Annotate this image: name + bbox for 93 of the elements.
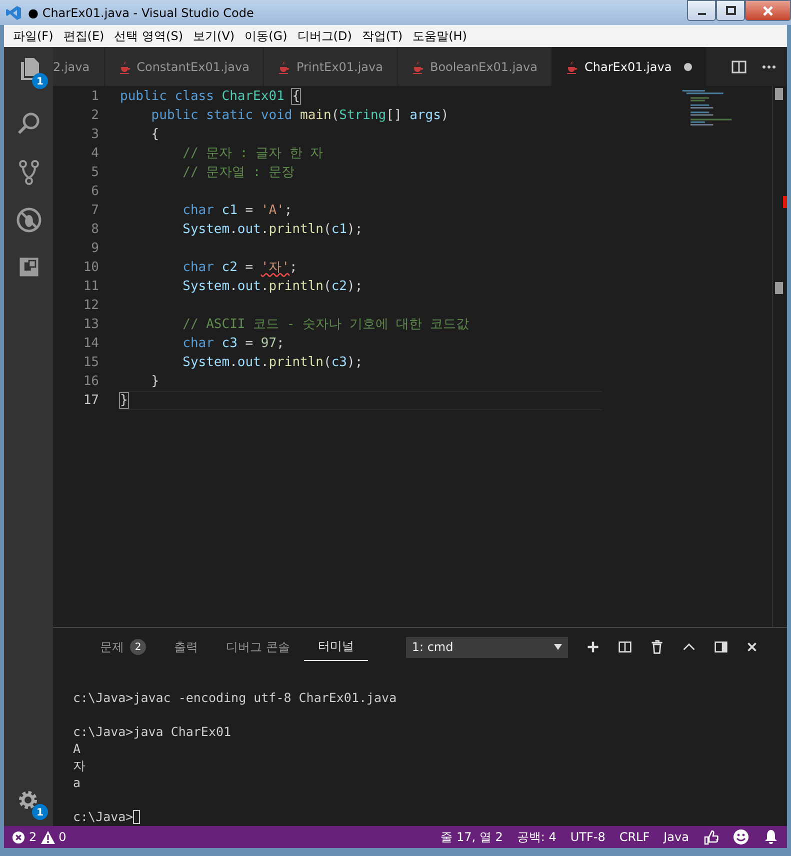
coffee-cup-icon	[278, 60, 290, 74]
code-line: }	[120, 393, 128, 408]
code-line: }	[150, 374, 160, 389]
menu-item[interactable]: 작업(T)	[356, 28, 408, 44]
editor-tab[interactable]: PrintEx01.java	[264, 47, 398, 86]
notification-badge: 1	[32, 73, 48, 89]
coffee-cup-icon	[566, 60, 578, 74]
maximize-icon	[726, 6, 736, 16]
panel-tab[interactable]: 터미널	[304, 634, 368, 660]
panel-layout-icon[interactable]	[714, 640, 728, 654]
problems-indicator[interactable]: 2 0	[12, 830, 66, 844]
panel-tab[interactable]: 출력	[160, 634, 212, 660]
encoding[interactable]: UTF-8	[570, 830, 606, 844]
code-line: System.out.println(c1);	[182, 222, 363, 237]
panel-tab[interactable]: 디버그 콘솔	[212, 634, 304, 660]
line-number: 5	[91, 165, 99, 180]
editor-tab[interactable]: CharEx01.java	[552, 47, 707, 86]
count-badge: 2	[130, 639, 146, 655]
code-line: char c1 = 'A';	[182, 203, 292, 218]
close-icon	[762, 6, 774, 16]
line-number: 2	[91, 108, 99, 123]
search-icon[interactable]	[16, 111, 42, 137]
cursor-position[interactable]: 줄 17, 열 2	[440, 828, 503, 846]
line-number: 7	[91, 203, 99, 218]
line-ending[interactable]: CRLF	[619, 830, 650, 844]
code-line: {	[150, 127, 160, 142]
terminal-line: 자	[73, 757, 86, 774]
caret-icon	[554, 644, 562, 650]
menu-item[interactable]: 편집(E)	[58, 28, 110, 44]
code-line: // 문자 : 글자 한 자	[182, 146, 324, 161]
maximize-button[interactable]	[716, 0, 745, 21]
text-cursor	[133, 810, 140, 824]
split-terminal-icon[interactable]	[618, 640, 632, 654]
window-title: ● CharEx01.java - Visual Studio Code	[28, 6, 255, 20]
app-logo-icon	[6, 4, 22, 20]
line-number: 13	[83, 317, 99, 332]
line-number: 1	[91, 89, 99, 104]
code-line: char c3 = 97;	[182, 336, 284, 351]
line-number: 3	[91, 127, 99, 142]
error-icon	[12, 830, 25, 844]
split-editor-icon[interactable]	[731, 58, 747, 74]
language-mode[interactable]: Java	[664, 830, 689, 844]
close-icon[interactable]	[746, 641, 758, 653]
indentation[interactable]: 공백: 4	[516, 828, 556, 846]
menu-item[interactable]: 파일(F)	[8, 28, 58, 44]
minimize-icon	[698, 12, 706, 14]
code-line: public static void main(String[] args)	[150, 108, 449, 123]
line-number: 11	[83, 279, 99, 294]
terminal-dropdown[interactable]: 1: cmd	[406, 636, 568, 658]
menu-item[interactable]: 선택 영역(S)	[109, 28, 188, 44]
warning-icon	[40, 830, 55, 844]
terminal-line: a	[73, 774, 81, 791]
notification-badge: 1	[32, 804, 48, 820]
code-line: // 문자열 : 문장	[182, 165, 295, 180]
coffee-cup-icon	[412, 60, 424, 74]
line-number: 6	[91, 184, 99, 199]
menu-item[interactable]: 도움말(H)	[408, 28, 472, 44]
line-number: 8	[91, 222, 99, 237]
code-line: System.out.println(c2);	[182, 279, 363, 294]
line-number: 17	[83, 393, 99, 408]
line-number: 15	[83, 355, 99, 370]
bell-icon[interactable]	[763, 829, 779, 845]
line-number: 9	[91, 241, 99, 256]
line-number: 12	[83, 298, 99, 313]
code-line: public class CharEx01 {	[120, 89, 300, 104]
editor-tab[interactable]: 2.java	[53, 47, 105, 86]
thumbs-up-icon[interactable]	[703, 829, 719, 845]
smiley-icon[interactable]	[733, 829, 749, 845]
line-number: 14	[83, 336, 99, 351]
line-number: 4	[91, 146, 99, 161]
code-line: // ASCII 코드 - 숫자나 기호에 대한 코드값	[182, 317, 470, 332]
line-number: 16	[83, 374, 99, 389]
terminal-line: A	[73, 740, 81, 757]
menu-item[interactable]: 이동(G)	[240, 28, 292, 44]
minimap-drawing	[682, 90, 732, 126]
line-number: 10	[83, 260, 99, 275]
editor-tab[interactable]: BooleanEx01.java	[398, 47, 552, 86]
scrollbar[interactable]	[772, 86, 787, 627]
terminal-line: c:\Java>java CharEx01	[73, 723, 232, 740]
minimize-button[interactable]	[687, 0, 716, 21]
code-line: char c2 = '자';	[182, 260, 298, 275]
terminal-line: c:\Java>javac -encoding utf-8 CharEx01.java	[73, 689, 397, 706]
terminal-line: c:\Java>	[73, 808, 134, 825]
editor-tab[interactable]: ConstantEx01.java	[104, 47, 264, 86]
menu-item[interactable]: 보기(V)	[188, 28, 240, 44]
trash-icon[interactable]	[650, 640, 664, 654]
debug-icon[interactable]	[16, 207, 42, 233]
close-button[interactable]	[745, 0, 791, 21]
panel-tab[interactable]: 문제 2	[86, 634, 160, 660]
menu-item[interactable]: 디버그(D)	[292, 28, 357, 44]
code-line: System.out.println(c3);	[182, 355, 363, 370]
plus-icon[interactable]	[586, 640, 600, 654]
coffee-cup-icon	[118, 60, 131, 74]
